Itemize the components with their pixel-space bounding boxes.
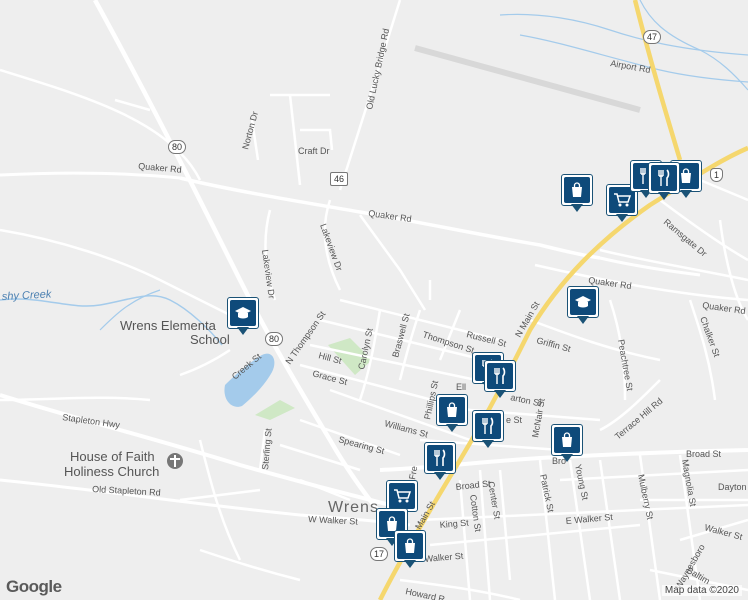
road-label-terrace-hill: Terrace Hill Rd — [613, 396, 665, 442]
fork-knife-icon — [487, 363, 513, 389]
road-label-spearing: Spearing St — [337, 434, 385, 456]
road-label-peachtree: Peachtree St — [616, 339, 635, 392]
fork-knife-icon — [475, 413, 501, 439]
shopping-bag-icon — [439, 397, 465, 423]
church-label-line2[interactable]: Holiness Church — [64, 464, 159, 479]
road-label-walker-left: Walker St — [424, 551, 464, 564]
road-label-cotton: Cotton St — [468, 494, 483, 533]
shopping-bag-icon — [564, 177, 590, 203]
road-label-ella: Ell — [456, 382, 466, 392]
airport-runway — [414, 45, 641, 113]
road-label-free: Fre — [407, 465, 419, 480]
road-label-sterling: Sterling St — [260, 427, 274, 470]
shopping-cart-icon — [389, 483, 415, 509]
marker-school[interactable] — [567, 286, 601, 330]
road-label-craft: Craft Dr — [298, 146, 330, 156]
road-label-center: Center St — [486, 481, 503, 521]
road-label-lakeview: Lakeview Dr — [318, 222, 344, 272]
stream-northeast — [499, 13, 748, 56]
road-label-norton: Norton Dr — [240, 110, 260, 150]
school-label-line2[interactable]: School — [190, 332, 230, 347]
map-data-attribution[interactable]: Map data ©2020 — [661, 585, 742, 596]
road-label-old-stapleton: Old Stapleton Rd — [92, 484, 161, 498]
road-label-stapleton: Stapleton Hwy — [62, 412, 121, 430]
road-label-e-st: e St — [506, 415, 523, 425]
road-label-airport: Airport Rd — [610, 58, 652, 75]
school-label-line1[interactable]: Wrens Elementa — [120, 318, 217, 333]
marker-school[interactable] — [227, 297, 261, 341]
road-label-quaker-left: Quaker Rd — [138, 161, 182, 175]
graduation-cap-icon — [570, 289, 596, 315]
road-label-patrick: Patrick St — [538, 473, 556, 513]
marker-shopping[interactable] — [561, 174, 595, 218]
route-shield-46: 46 — [330, 172, 349, 186]
park-area — [255, 400, 295, 420]
road-label-grace: Grace St — [311, 368, 348, 387]
marker-shopping[interactable] — [436, 394, 470, 438]
shopping-bag-icon — [554, 427, 580, 453]
road-label-ramsgate: Ramsgate Dr — [662, 217, 709, 259]
marker-restaurant[interactable] — [472, 410, 506, 454]
town-label: Wrens — [328, 499, 379, 516]
marker-restaurant[interactable] — [648, 162, 682, 206]
route-shield-47: 47 — [643, 30, 662, 44]
church-icon — [167, 453, 183, 469]
route-shield-80-south: 80 — [265, 332, 284, 346]
marker-shopping[interactable] — [394, 530, 428, 574]
road-label-walker-right: Walker St — [703, 522, 743, 542]
road-label-mulberry: Mulberry St — [636, 473, 655, 521]
marker-restaurant[interactable] — [484, 360, 518, 404]
map-canvas[interactable]: Old Lucky Bridge Rd Airport Rd Norton Dr… — [0, 0, 748, 600]
road-label-lakeview-lower: Lakeview Dr — [260, 249, 277, 299]
church-label-line1[interactable]: House of Faith — [70, 449, 155, 464]
road-label-quaker-mid: Quaker Rd — [368, 208, 412, 224]
road-label-broad: Broad St — [686, 449, 722, 459]
road-label-griffin: Griffin St — [535, 335, 572, 354]
marker-restaurant[interactable] — [424, 442, 458, 486]
road-label-old-lucky-bridge: Old Lucky Bridge Rd — [364, 28, 391, 111]
google-logo[interactable]: Google — [6, 577, 62, 597]
route-shield-1: 1 — [710, 168, 724, 182]
graduation-cap-icon — [230, 300, 256, 326]
marker-shopping[interactable] — [551, 424, 585, 468]
road-label-howard: Howard R — [405, 586, 447, 600]
shopping-bag-icon — [397, 533, 423, 559]
fork-knife-icon — [427, 445, 453, 471]
route-shield-80-north: 80 — [168, 140, 187, 154]
road-label-williams: Williams St — [383, 418, 429, 439]
fork-knife-icon — [651, 165, 677, 191]
road-label-dayton: Dayton S — [718, 482, 748, 492]
